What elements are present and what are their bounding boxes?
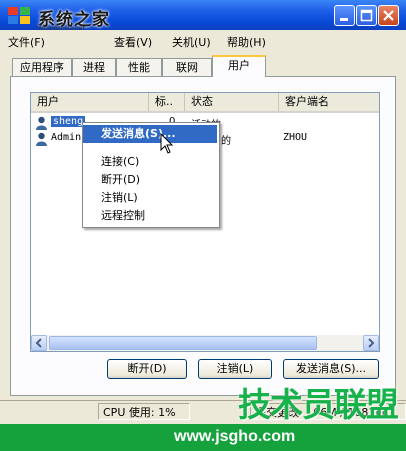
menu-bar: 文件(F) 查看(V) 关机(U) 帮助(H): [0, 30, 406, 52]
watermark-footer: www.jsgho.com: [0, 424, 406, 451]
tab-performance[interactable]: 性能: [116, 58, 162, 76]
horizontal-scrollbar[interactable]: [31, 335, 379, 351]
user-icon: [36, 116, 47, 130]
watermark-url: www.jsgho.com: [174, 428, 296, 445]
site-logo-icon: [8, 7, 30, 24]
logoff-button[interactable]: 注销(L): [198, 359, 272, 379]
menu-item-disconnect[interactable]: 断开(D): [83, 171, 217, 189]
watermark-brand: 技术员联盟: [238, 385, 399, 424]
column-header-id[interactable]: 标..: [149, 93, 185, 111]
session-status: 的: [221, 136, 231, 147]
disconnect-button[interactable]: 断开(D): [107, 359, 187, 379]
menu-item-remote-control[interactable]: 远程控制: [83, 207, 217, 225]
close-button[interactable]: [378, 5, 399, 26]
user-name: Admin: [51, 132, 82, 143]
maximize-button[interactable]: [356, 5, 377, 26]
tab-applications[interactable]: 应用程序: [12, 58, 72, 76]
menu-file[interactable]: 文件(F): [8, 34, 45, 50]
context-menu: 发送消息(S)... 连接(C) 断开(D) 注销(L) 远程控制: [82, 122, 220, 228]
menu-item-logoff[interactable]: 注销(L): [83, 189, 217, 207]
arrow-right-icon: [368, 338, 375, 348]
minimize-button[interactable]: [334, 5, 355, 26]
close-icon: [383, 10, 394, 21]
column-header-user[interactable]: 用户: [31, 93, 149, 111]
tab-processes[interactable]: 进程: [72, 58, 116, 76]
minimize-icon: [340, 18, 348, 21]
send-message-button[interactable]: 发送消息(S)...: [283, 359, 379, 379]
column-header-status[interactable]: 状态: [185, 93, 279, 111]
menu-view[interactable]: 查看(V): [114, 34, 152, 50]
column-header-client[interactable]: 客户端名: [279, 93, 379, 111]
menu-item-connect[interactable]: 连接(C): [83, 153, 217, 171]
client-name: ZHOU: [283, 132, 308, 143]
menu-help[interactable]: 帮助(H): [227, 34, 266, 50]
tab-users[interactable]: 用户: [212, 55, 266, 77]
user-icon: [36, 132, 47, 146]
title-bar: 系统之家 Xitongzhijia.net: [0, 0, 406, 32]
scroll-left-button[interactable]: [31, 335, 47, 351]
arrow-left-icon: [35, 338, 42, 348]
tab-networking[interactable]: 联网: [162, 58, 212, 76]
scroll-right-button[interactable]: [363, 335, 379, 351]
list-header: 用户 标.. 状态 客户端名: [31, 93, 379, 113]
user-name: sheng: [51, 116, 86, 127]
menu-item-send-message[interactable]: 发送消息(S)...: [83, 125, 217, 143]
menu-shutdown[interactable]: 关机(U): [172, 34, 211, 50]
scroll-thumb[interactable]: [49, 336, 317, 350]
mouse-cursor-icon: [160, 133, 174, 154]
cpu-usage: CPU 使用: 1%: [98, 403, 190, 420]
maximize-icon: [360, 9, 373, 22]
